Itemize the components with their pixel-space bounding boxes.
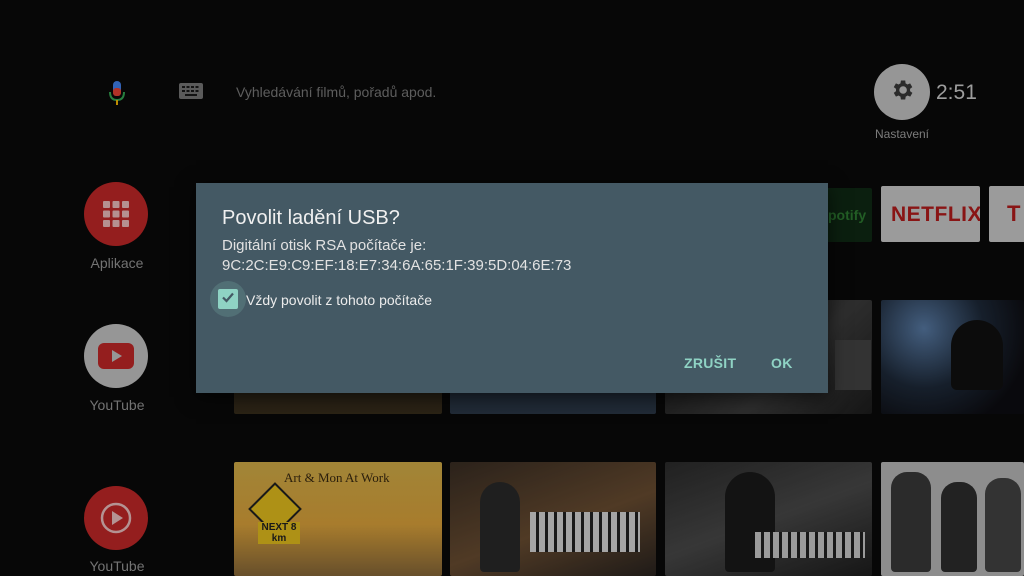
dialog-title: Povolit ladění USB? xyxy=(222,207,400,229)
always-allow-checkbox[interactable] xyxy=(218,289,238,309)
dialog-message: Digitální otisk RSA počítače je: 9C:2C:E… xyxy=(222,236,571,276)
ok-button[interactable]: OK xyxy=(771,355,793,371)
checkmark-icon xyxy=(220,289,236,310)
cancel-button[interactable]: ZRUŠIT xyxy=(684,355,736,371)
usb-debugging-dialog: Povolit ladění USB? Digitální otisk RSA … xyxy=(196,183,828,393)
dialog-message-line: Digitální otisk RSA počítače je: xyxy=(222,237,427,254)
always-allow-label[interactable]: Vždy povolit z tohoto počítače xyxy=(246,292,432,308)
rsa-fingerprint: 9C:2C:E9:C9:EF:18:E7:34:6A:65:1F:39:5D:0… xyxy=(222,257,572,274)
